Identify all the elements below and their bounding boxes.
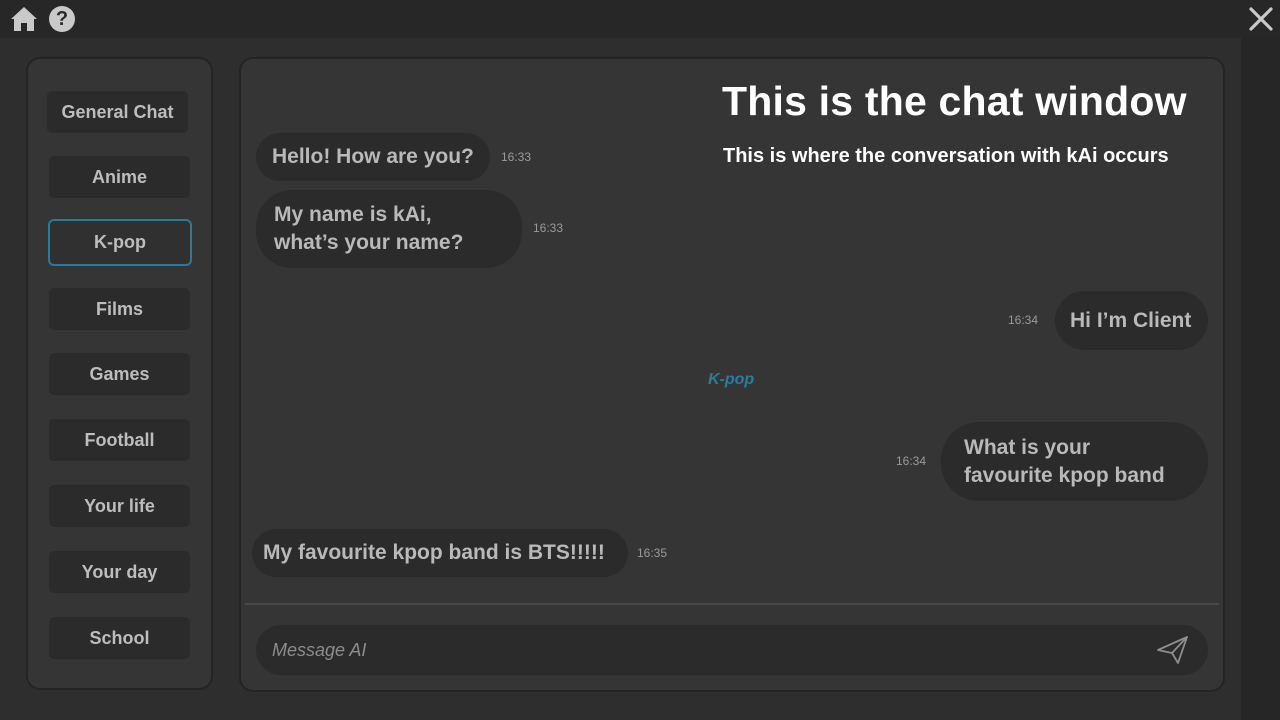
ai-message-bubble: Hello! How are you? bbox=[256, 133, 490, 181]
composer-divider bbox=[245, 603, 1219, 605]
topic-kpop-button[interactable]: K-pop bbox=[48, 219, 192, 266]
topic-anime-button[interactable]: Anime bbox=[49, 156, 190, 198]
ai-message-bubble: My name is kAi, what’s your name? bbox=[256, 190, 522, 268]
message-text-line: favourite kpop band bbox=[964, 463, 1165, 487]
send-icon[interactable] bbox=[1156, 634, 1190, 666]
title-bar bbox=[0, 0, 1280, 38]
home-icon[interactable] bbox=[10, 6, 38, 32]
topic-school-button[interactable]: School bbox=[49, 617, 190, 659]
message-timestamp: 16:34 bbox=[896, 454, 927, 468]
topic-marker: K-pop bbox=[708, 371, 755, 388]
message-timestamp: 16:33 bbox=[533, 221, 564, 235]
message-text: My favourite kpop band is BTS!!!!! bbox=[263, 541, 605, 564]
message-text: Hi I’m Client bbox=[1070, 308, 1192, 332]
message-timestamp: 16:33 bbox=[501, 150, 532, 164]
topic-general-chat-button[interactable]: General Chat bbox=[47, 91, 188, 133]
chat-title: This is the chat window bbox=[722, 78, 1187, 124]
user-message-bubble: Hi I’m Client bbox=[1055, 291, 1208, 350]
message-timestamp: 16:34 bbox=[1008, 313, 1039, 327]
user-message-bubble: What is your favourite kpop band bbox=[941, 422, 1208, 501]
message-text-line: My name is kAi, bbox=[274, 203, 432, 226]
topic-films-button[interactable]: Films bbox=[49, 288, 190, 330]
message-text-line: what’s your name? bbox=[274, 231, 464, 254]
topic-your-day-button[interactable]: Your day bbox=[49, 551, 190, 593]
topic-football-button[interactable]: Football bbox=[49, 419, 190, 461]
message-text: Hello! How are you? bbox=[272, 145, 474, 168]
chat-subtitle: This is where the conversation with kAi … bbox=[723, 145, 1169, 167]
topic-games-button[interactable]: Games bbox=[49, 353, 190, 395]
window-scrollbar[interactable] bbox=[1241, 38, 1280, 720]
help-icon[interactable]: ? bbox=[49, 6, 75, 32]
message-input[interactable] bbox=[272, 625, 1132, 675]
message-composer bbox=[256, 625, 1208, 675]
ai-message-bubble: My favourite kpop band is BTS!!!!! bbox=[252, 529, 628, 577]
topic-your-life-button[interactable]: Your life bbox=[49, 485, 190, 527]
close-icon[interactable] bbox=[1247, 5, 1275, 33]
message-timestamp: 16:35 bbox=[637, 546, 668, 560]
message-text-line: What is your bbox=[964, 435, 1091, 459]
